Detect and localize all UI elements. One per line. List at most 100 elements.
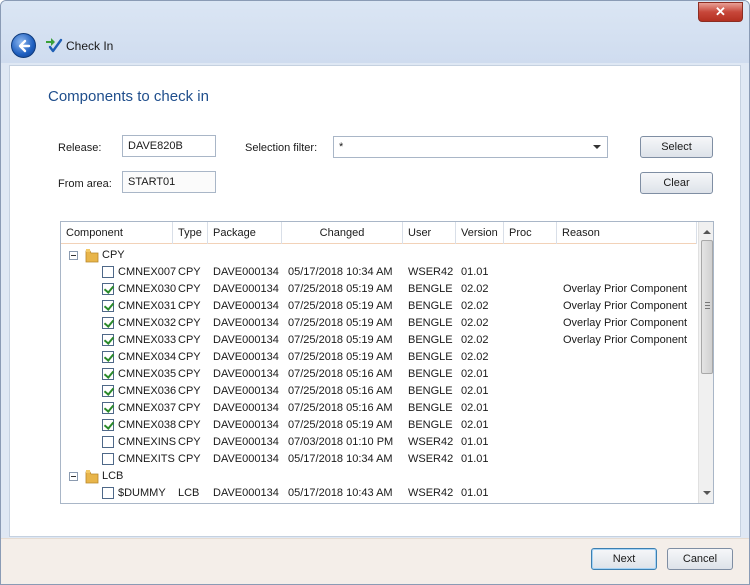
column-header-proc[interactable]: Proc bbox=[504, 222, 557, 244]
cell-component: CMNEX034 bbox=[118, 351, 177, 363]
cell-type: CPY bbox=[178, 402, 201, 414]
cell-type: CPY bbox=[178, 436, 201, 448]
table-row[interactable]: CMNEX034 CPY DAVE000134 07/25/2018 05:19 AM… bbox=[61, 349, 697, 366]
cell-changed: 07/25/2018 05:19 AM bbox=[288, 334, 393, 346]
cell-user: BENGLE bbox=[408, 351, 453, 363]
cell-package: DAVE000134 bbox=[213, 283, 279, 295]
cell-reason: Overlay Prior Component bbox=[563, 334, 688, 346]
select-button[interactable]: Select bbox=[640, 136, 713, 158]
folder-icon bbox=[85, 248, 99, 263]
cell-component: CMNEX033 bbox=[118, 334, 177, 346]
cell-type: CPY bbox=[178, 453, 201, 465]
cell-type: CPY bbox=[178, 368, 201, 380]
cell-version: 01.01 bbox=[461, 266, 489, 278]
table-row[interactable]: $DUMMY LCB DAVE000134 05/17/2018 10:43 AM WS… bbox=[61, 485, 697, 502]
cell-version: 02.02 bbox=[461, 334, 489, 346]
cell-package: DAVE000134 bbox=[213, 487, 279, 499]
cell-user: WSER42 bbox=[408, 453, 454, 465]
cell-component: CMNEX007 bbox=[118, 266, 177, 278]
group-label: CPY bbox=[102, 249, 125, 261]
table-row[interactable]: CMNEX037 CPY DAVE000134 07/25/2018 05:16 AM… bbox=[61, 400, 697, 417]
from-area-field[interactable]: START01 bbox=[122, 171, 216, 193]
column-header-package[interactable]: Package bbox=[208, 222, 282, 244]
cell-package: DAVE000134 bbox=[213, 402, 279, 414]
cell-component: CMNEX037 bbox=[118, 402, 177, 414]
cell-type: CPY bbox=[178, 385, 201, 397]
selection-filter-value: * bbox=[339, 141, 344, 153]
collapse-icon[interactable] bbox=[69, 251, 78, 260]
row-checkbox[interactable] bbox=[102, 385, 114, 397]
cell-changed: 05/17/2018 10:34 AM bbox=[288, 266, 393, 278]
table-row[interactable]: CMNEX007 CPY DAVE000134 05/17/2018 10:34 AM… bbox=[61, 264, 697, 281]
cell-component: CMNEX030 bbox=[118, 283, 177, 295]
scroll-down-icon[interactable] bbox=[703, 491, 711, 495]
row-checkbox[interactable] bbox=[102, 487, 114, 499]
cell-type: CPY bbox=[178, 300, 201, 312]
window-title: Check In bbox=[66, 39, 114, 53]
cell-version: 02.02 bbox=[461, 300, 489, 312]
column-header-version[interactable]: Version bbox=[456, 222, 504, 244]
cell-package: DAVE000134 bbox=[213, 436, 279, 448]
row-checkbox[interactable] bbox=[102, 436, 114, 448]
cell-version: 02.02 bbox=[461, 283, 489, 295]
table-row[interactable]: CMNEXINS CPY DAVE000134 07/03/2018 01:10 PM… bbox=[61, 434, 697, 451]
clear-button[interactable]: Clear bbox=[640, 172, 713, 194]
check-in-window: ✕ Check In Components to check in Releas… bbox=[0, 0, 750, 585]
table-row[interactable]: CMNEX036 CPY DAVE000134 07/25/2018 05:16 AM… bbox=[61, 383, 697, 400]
row-checkbox[interactable] bbox=[102, 351, 114, 363]
table-row[interactable]: CMNEX031 CPY DAVE000134 07/25/2018 05:19 AM… bbox=[61, 298, 697, 315]
vertical-scrollbar[interactable] bbox=[698, 222, 713, 503]
group-row-lcb[interactable]: LCB bbox=[61, 468, 697, 485]
table-row[interactable]: CMNEX033 CPY DAVE000134 07/25/2018 05:19 AM… bbox=[61, 332, 697, 349]
table-row[interactable]: CMNEX030 CPY DAVE000134 07/25/2018 05:19 AM… bbox=[61, 281, 697, 298]
footer-bar: Next Cancel bbox=[1, 538, 749, 584]
collapse-icon[interactable] bbox=[69, 472, 78, 481]
column-header-user[interactable]: User bbox=[403, 222, 456, 244]
row-checkbox[interactable] bbox=[102, 453, 114, 465]
row-checkbox[interactable] bbox=[102, 419, 114, 431]
column-header-component[interactable]: Component bbox=[61, 222, 173, 244]
cancel-button[interactable]: Cancel bbox=[667, 548, 733, 570]
scrollbar-thumb[interactable] bbox=[701, 240, 713, 374]
cell-package: DAVE000134 bbox=[213, 334, 279, 346]
cell-user: BENGLE bbox=[408, 402, 453, 414]
cell-user: BENGLE bbox=[408, 385, 453, 397]
row-checkbox[interactable] bbox=[102, 300, 114, 312]
title-bar: ✕ Check In bbox=[1, 1, 749, 63]
cell-package: DAVE000134 bbox=[213, 317, 279, 329]
table-row[interactable]: CMNEX032 CPY DAVE000134 07/25/2018 05:19 AM… bbox=[61, 315, 697, 332]
back-button[interactable] bbox=[11, 33, 36, 58]
cell-user: WSER42 bbox=[408, 266, 454, 278]
cell-version: 01.01 bbox=[461, 487, 489, 499]
cell-user: WSER42 bbox=[408, 487, 454, 499]
cell-type: CPY bbox=[178, 283, 201, 295]
group-row-cpy[interactable]: CPY bbox=[61, 247, 697, 264]
chevron-down-icon[interactable] bbox=[593, 145, 601, 149]
cell-changed: 07/25/2018 05:16 AM bbox=[288, 402, 393, 414]
row-checkbox[interactable] bbox=[102, 266, 114, 278]
table-row[interactable]: CMNEX038 CPY DAVE000134 07/25/2018 05:19 AM… bbox=[61, 417, 697, 434]
row-checkbox[interactable] bbox=[102, 283, 114, 295]
row-checkbox[interactable] bbox=[102, 402, 114, 414]
next-button[interactable]: Next bbox=[591, 548, 657, 570]
row-checkbox[interactable] bbox=[102, 368, 114, 380]
cell-type: CPY bbox=[178, 266, 201, 278]
cell-component: $DUMMY bbox=[118, 487, 166, 499]
release-field[interactable]: DAVE820B bbox=[122, 135, 216, 157]
table-row[interactable]: CMNEX035 CPY DAVE000134 07/25/2018 05:16 AM… bbox=[61, 366, 697, 383]
row-checkbox[interactable] bbox=[102, 334, 114, 346]
selection-filter-label: Selection filter: bbox=[245, 142, 318, 154]
row-checkbox[interactable] bbox=[102, 317, 114, 329]
close-button[interactable]: ✕ bbox=[698, 2, 743, 22]
check-in-icon bbox=[46, 38, 63, 53]
cell-changed: 07/03/2018 01:10 PM bbox=[288, 436, 394, 448]
scroll-up-icon[interactable] bbox=[703, 230, 711, 234]
column-header-reason[interactable]: Reason bbox=[557, 222, 697, 244]
cell-version: 02.01 bbox=[461, 368, 489, 380]
cell-package: DAVE000134 bbox=[213, 266, 279, 278]
table-row[interactable]: CMNEXITS CPY DAVE000134 05/17/2018 10:34 AM… bbox=[61, 451, 697, 468]
selection-filter-dropdown[interactable]: * bbox=[333, 136, 608, 158]
cell-user: BENGLE bbox=[408, 283, 453, 295]
column-header-type[interactable]: Type bbox=[173, 222, 208, 244]
column-header-changed[interactable]: Changed bbox=[282, 222, 403, 244]
